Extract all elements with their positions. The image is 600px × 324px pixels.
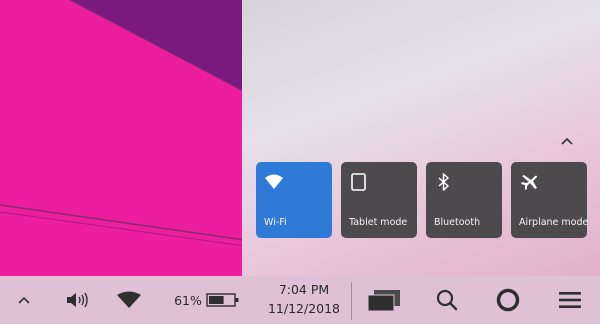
cortana-button[interactable] — [490, 276, 526, 324]
action-center-button[interactable] — [553, 276, 587, 324]
chevron-up-icon — [18, 296, 30, 304]
quick-action-label: Airplane mode — [519, 217, 589, 228]
wallpaper-shapes — [0, 0, 245, 247]
wifi-icon — [117, 291, 141, 308]
collapse-quick-actions-button[interactable] — [558, 132, 576, 150]
quick-action-label: Bluetooth — [434, 217, 481, 228]
show-hidden-icons-button[interactable] — [10, 276, 38, 324]
quick-action-wifi[interactable]: Wi-Fi — [256, 162, 332, 238]
quick-action-bluetooth[interactable]: Bluetooth — [426, 162, 502, 238]
taskbar-divider — [351, 282, 352, 320]
quick-action-airplane-mode[interactable]: Airplane mode — [511, 162, 589, 238]
desktop-wallpaper — [0, 0, 245, 276]
cortana-ring-icon — [496, 288, 520, 312]
battery-button[interactable]: 61% — [168, 276, 246, 324]
tablet-icon — [351, 173, 366, 191]
clock-time: 7:04 PM — [278, 282, 330, 297]
search-button[interactable] — [430, 276, 464, 324]
airplane-icon — [521, 175, 537, 190]
battery-percentage: 61% — [174, 292, 202, 308]
chevron-up-icon — [561, 137, 573, 145]
volume-button[interactable] — [60, 276, 94, 324]
wifi-icon — [265, 174, 283, 189]
hamburger-icon — [559, 292, 581, 308]
clock-button[interactable]: 7:04 PM 11/12/2018 — [262, 280, 346, 318]
clock-date: 11/12/2018 — [267, 301, 341, 316]
action-center-panel: Wi-Fi Tablet mode Bluetooth Airplane mod… — [242, 0, 600, 276]
search-icon — [436, 289, 458, 311]
task-view-button[interactable] — [362, 276, 406, 324]
battery-fill — [208, 296, 224, 304]
battery-icon — [206, 293, 239, 307]
task-view-icon — [367, 290, 400, 312]
network-button[interactable] — [112, 276, 146, 324]
speaker-icon — [67, 292, 88, 308]
taskbar: 61% 7:04 PM 11/12/2018 — [0, 276, 600, 324]
quick-action-label: Wi-Fi — [264, 217, 287, 228]
quick-action-tablet-mode[interactable]: Tablet mode — [341, 162, 417, 238]
quick-actions: Wi-Fi Tablet mode Bluetooth Airplane mod… — [256, 162, 589, 238]
bluetooth-icon — [438, 173, 449, 191]
quick-action-label: Tablet mode — [349, 217, 408, 228]
